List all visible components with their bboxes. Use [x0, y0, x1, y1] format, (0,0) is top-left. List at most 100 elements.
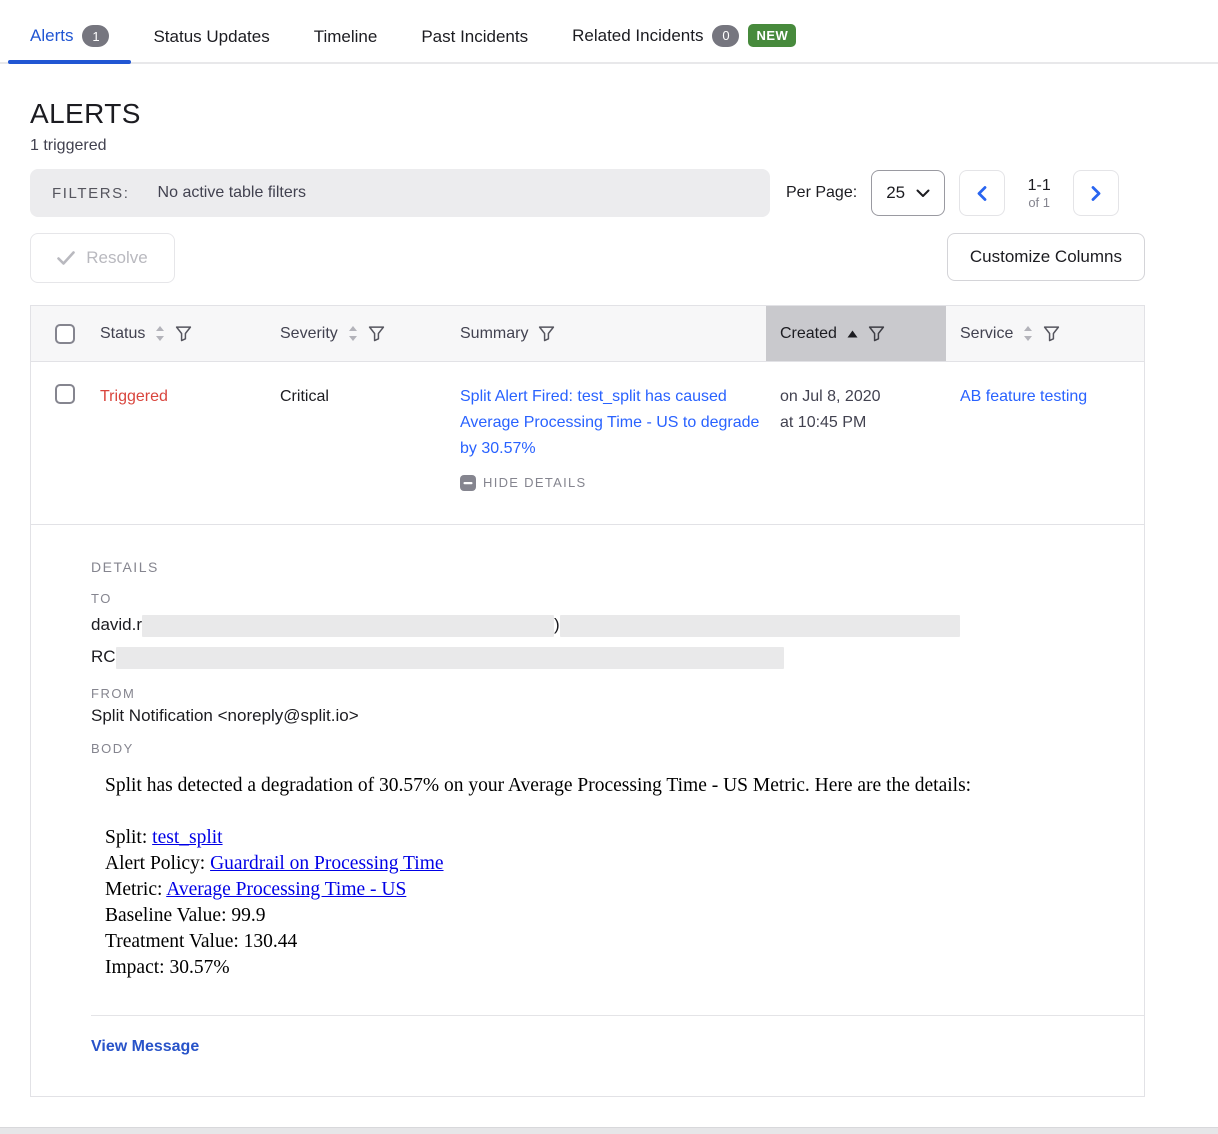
created-time: at 10:45 PM: [780, 410, 946, 436]
email-field-impact: Impact: 30.57%: [105, 955, 1144, 981]
next-page-button[interactable]: [1073, 170, 1119, 216]
to-recipients-line-1: david.r): [91, 611, 1144, 638]
column-summary-label: Summary: [460, 325, 528, 343]
header-checkbox-cell: [31, 306, 86, 361]
email-field-treatment: Treatment Value: 130.44: [105, 929, 1144, 955]
tab-status-updates[interactable]: Status Updates: [131, 27, 291, 62]
select-all-checkbox[interactable]: [55, 324, 75, 344]
column-status-label: Status: [100, 325, 145, 343]
filters-bar[interactable]: FILTERS: No active table filters: [30, 169, 770, 217]
created-date: on Jul 8, 2020: [780, 384, 946, 410]
summary-cell: Split Alert Fired: test_split has caused…: [446, 384, 766, 496]
sort-icon[interactable]: [1023, 325, 1033, 342]
customize-columns-label: Customize Columns: [970, 247, 1122, 267]
page-count: 1-1 of 1: [1019, 176, 1059, 211]
tab-bar: Alerts 1 Status Updates Timeline Past In…: [0, 0, 1218, 64]
redacted-block: [560, 615, 960, 637]
email-field-metric: Metric: Average Processing Time - US: [105, 877, 1144, 903]
to-recipients-line-2: RC: [91, 643, 1144, 670]
column-header-created[interactable]: Created: [766, 306, 946, 361]
filter-icon[interactable]: [175, 325, 192, 342]
table-row: Triggered Critical Split Alert Fired: te…: [31, 361, 1144, 524]
service-link[interactable]: AB feature testing: [960, 388, 1087, 405]
split-link[interactable]: test_split: [152, 827, 222, 848]
details-section-label: DETAILS: [91, 559, 1144, 575]
filters-label: FILTERS:: [52, 185, 130, 202]
page-title: ALERTS: [30, 98, 1145, 130]
to-label: TO: [91, 591, 1144, 606]
service-cell: AB feature testing: [946, 384, 1144, 496]
alerts-count-badge: 1: [82, 25, 109, 47]
per-page-select[interactable]: 25: [871, 170, 945, 216]
body-label: BODY: [91, 741, 1144, 756]
sort-asc-icon[interactable]: [847, 330, 858, 338]
chevron-down-icon: [916, 189, 930, 198]
resolve-button[interactable]: Resolve: [30, 233, 175, 283]
row-checkbox[interactable]: [55, 384, 75, 404]
column-severity-label: Severity: [280, 325, 338, 343]
to-recipient-prefix: david.r: [91, 615, 142, 634]
field-label: Baseline Value:: [105, 905, 231, 926]
related-incidents-count-badge: 0: [712, 25, 739, 47]
chevron-right-icon: [1091, 186, 1101, 201]
tab-related-incidents[interactable]: Related Incidents 0 NEW: [550, 24, 818, 62]
status-badge: Triggered: [86, 384, 266, 496]
column-header-severity[interactable]: Severity: [266, 306, 446, 361]
filter-icon[interactable]: [538, 325, 555, 342]
column-created-label: Created: [780, 325, 837, 343]
sort-icon[interactable]: [155, 325, 165, 342]
tab-alerts[interactable]: Alerts 1: [8, 25, 131, 62]
tab-timeline[interactable]: Timeline: [292, 27, 400, 62]
filter-icon[interactable]: [368, 325, 385, 342]
alert-details-panel: DETAILS TO david.r) RC FROM Split Notifi…: [31, 524, 1144, 1096]
tab-past-incidents[interactable]: Past Incidents: [399, 27, 550, 62]
field-label: Impact:: [105, 957, 169, 978]
alert-summary-link[interactable]: Split Alert Fired: test_split has caused…: [460, 384, 766, 462]
view-message-link[interactable]: View Message: [91, 1038, 199, 1056]
filters-status-text: No active table filters: [158, 184, 307, 202]
redacted-block: [142, 615, 554, 637]
from-value: Split Notification <noreply@split.io>: [91, 706, 1144, 726]
from-label: FROM: [91, 686, 1144, 701]
prev-page-button[interactable]: [959, 170, 1005, 216]
alerts-table: Status Severity Summary: [30, 305, 1145, 1097]
sort-icon[interactable]: [348, 325, 358, 342]
field-label: Split:: [105, 827, 152, 848]
tab-status-updates-label: Status Updates: [153, 27, 269, 47]
customize-columns-button[interactable]: Customize Columns: [947, 233, 1145, 281]
new-badge: NEW: [748, 24, 796, 47]
per-page-label: Per Page:: [786, 184, 857, 202]
field-label: Treatment Value:: [105, 931, 244, 952]
email-field-alert-policy: Alert Policy: Guardrail on Processing Ti…: [105, 851, 1144, 877]
resolve-button-label: Resolve: [86, 248, 147, 268]
filter-icon[interactable]: [1043, 325, 1060, 342]
email-field-baseline: Baseline Value: 99.9: [105, 903, 1144, 929]
column-service-label: Service: [960, 325, 1013, 343]
toolbar-actions-row: Resolve Customize Columns: [30, 233, 1145, 283]
field-label: Alert Policy:: [105, 853, 210, 874]
column-header-service[interactable]: Service: [946, 306, 1144, 361]
per-page-value: 25: [886, 183, 905, 203]
column-header-summary[interactable]: Summary: [446, 306, 766, 361]
tab-past-incidents-label: Past Incidents: [421, 27, 528, 47]
email-body: Split has detected a degradation of 30.5…: [91, 773, 1144, 981]
treatment-value: 130.44: [244, 931, 298, 952]
email-fields: Split: test_split Alert Policy: Guardrai…: [105, 825, 1144, 981]
row-checkbox-cell: [31, 384, 86, 496]
metric-link[interactable]: Average Processing Time - US: [166, 879, 406, 900]
pagination-controls: Per Page: 25 1-1 of 1: [786, 170, 1119, 216]
triggered-count: 1 triggered: [30, 137, 1145, 155]
page-total: of 1: [1019, 195, 1059, 211]
hide-details-label: HIDE DETAILS: [483, 470, 587, 496]
to-recipient-prefix-2: RC: [91, 647, 116, 666]
tab-related-incidents-label: Related Incidents: [572, 26, 703, 46]
column-header-status[interactable]: Status: [86, 306, 266, 361]
to-recipient-mid: ): [554, 615, 560, 634]
check-icon: [57, 251, 75, 265]
collapse-minus-icon: [460, 475, 476, 491]
filter-icon[interactable]: [868, 325, 885, 342]
hide-details-button[interactable]: HIDE DETAILS: [460, 470, 766, 496]
details-divider: [91, 1015, 1144, 1016]
alert-policy-link[interactable]: Guardrail on Processing Time: [210, 853, 443, 874]
field-label: Metric:: [105, 879, 166, 900]
